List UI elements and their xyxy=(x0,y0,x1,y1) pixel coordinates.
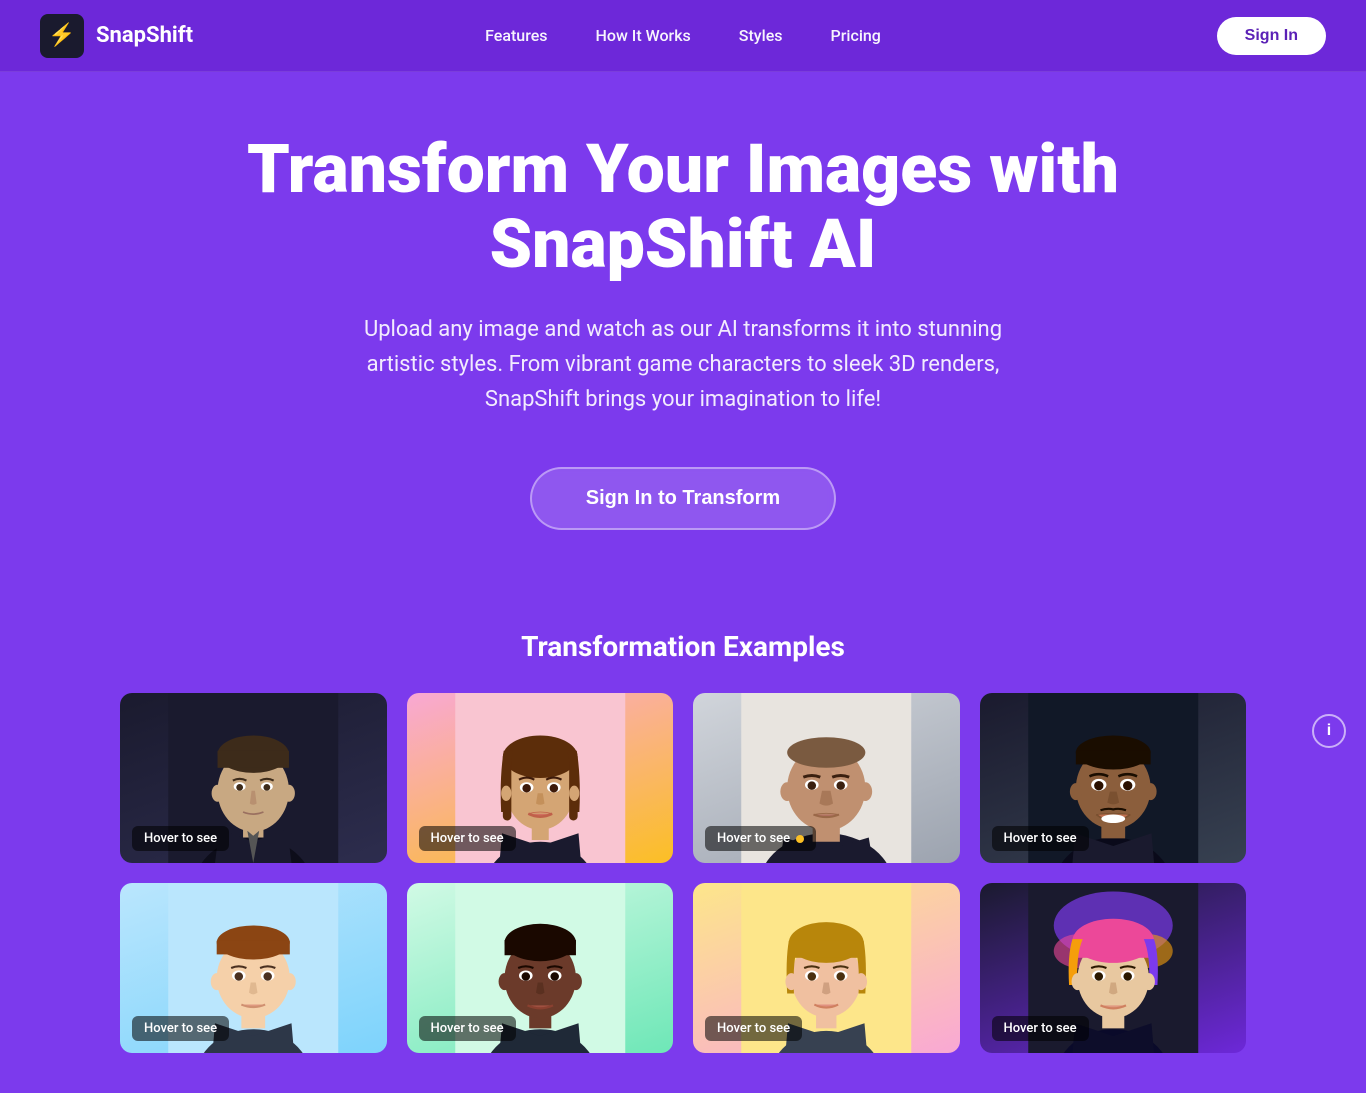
hover-label-7: Hover to see xyxy=(705,1016,802,1041)
example-card-1[interactable]: Hover to see xyxy=(120,693,387,863)
example-card-6[interactable]: Hover to see xyxy=(407,883,674,1053)
hover-text-3: Hover to see xyxy=(717,831,790,846)
hover-label-6: Hover to see xyxy=(419,1016,516,1041)
logo-icon: ⚡ xyxy=(40,14,84,58)
example-card-5[interactable]: Hover to see xyxy=(120,883,387,1053)
nav-link-styles[interactable]: Styles xyxy=(739,26,783,45)
hover-label-3: Hover to see xyxy=(705,826,816,851)
hover-label-2: Hover to see xyxy=(419,826,516,851)
hero-section: Transform Your Images with SnapShift AI … xyxy=(0,72,1366,580)
example-card-4[interactable]: Hover to see xyxy=(980,693,1247,863)
nav-brand: ⚡ SnapShift xyxy=(40,14,193,58)
hover-dot-3 xyxy=(796,835,804,843)
hover-text-7: Hover to see xyxy=(717,1021,790,1036)
example-card-2[interactable]: Hover to see xyxy=(407,693,674,863)
nav-link-how-it-works[interactable]: How It Works xyxy=(596,26,691,45)
hover-text-2: Hover to see xyxy=(431,831,504,846)
hover-label-5: Hover to see xyxy=(132,1016,229,1041)
example-card-8[interactable]: Hover to see xyxy=(980,883,1247,1053)
hover-label-1: Hover to see xyxy=(132,826,229,851)
navbar: ⚡ SnapShift Features How It Works Styles… xyxy=(0,0,1366,72)
hero-heading: Transform Your Images with SnapShift AI xyxy=(133,132,1233,282)
nav-link-features[interactable]: Features xyxy=(485,26,547,45)
hover-text-6: Hover to see xyxy=(431,1021,504,1036)
info-button[interactable]: i xyxy=(1312,714,1346,748)
brand-name: SnapShift xyxy=(96,23,193,48)
nav-link-pricing[interactable]: Pricing xyxy=(831,26,881,45)
hero-subheading: Upload any image and watch as our AI tra… xyxy=(343,312,1023,418)
hover-text-8: Hover to see xyxy=(1004,1021,1077,1036)
examples-title: Transformation Examples xyxy=(120,630,1246,663)
hover-text-1: Hover to see xyxy=(144,831,217,846)
logo-emoji: ⚡ xyxy=(48,23,75,48)
sign-in-button[interactable]: Sign In xyxy=(1217,17,1326,55)
hover-text-4: Hover to see xyxy=(1004,831,1077,846)
example-card-3[interactable]: Hover to see xyxy=(693,693,960,863)
cards-grid: Hover to see xyxy=(120,693,1246,1053)
hero-cta-button[interactable]: Sign In to Transform xyxy=(530,467,836,530)
example-card-7[interactable]: Hover to see xyxy=(693,883,960,1053)
hover-text-5: Hover to see xyxy=(144,1021,217,1036)
hover-label-8: Hover to see xyxy=(992,1016,1089,1041)
hover-label-4: Hover to see xyxy=(992,826,1089,851)
nav-links: Features How It Works Styles Pricing xyxy=(485,26,881,45)
examples-section: Transformation Examples xyxy=(0,580,1366,1093)
